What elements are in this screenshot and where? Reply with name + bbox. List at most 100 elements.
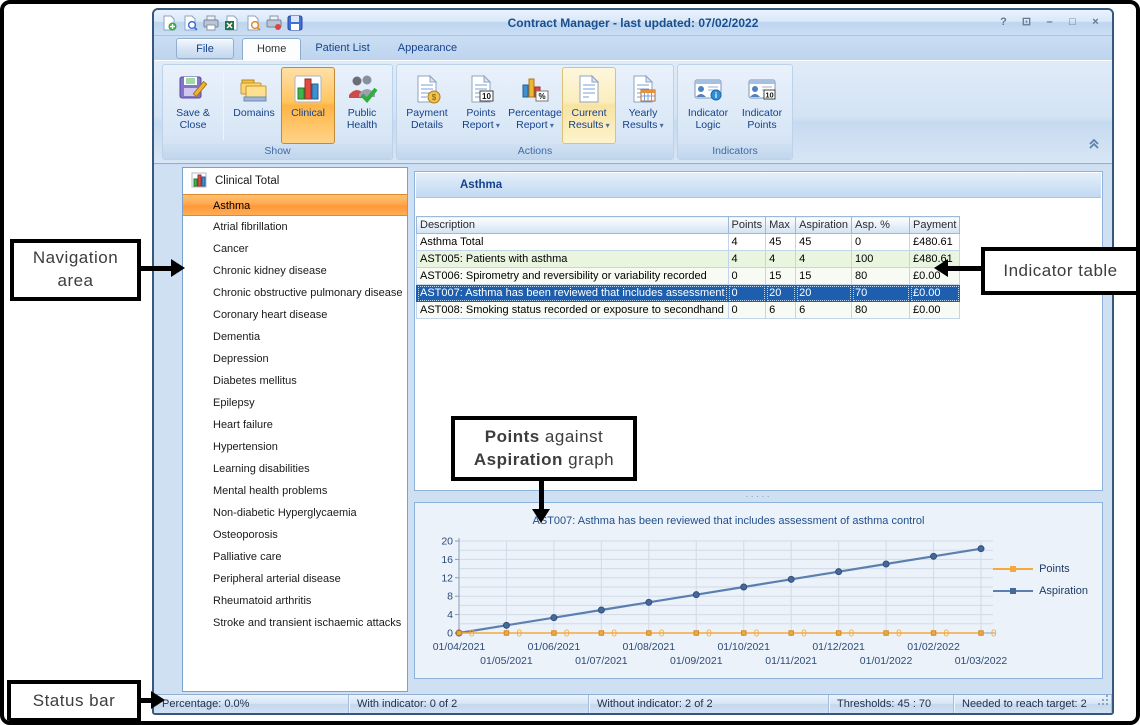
help-button[interactable]: ? bbox=[995, 15, 1012, 30]
ribbon-group-indicators: iIndicatorLogic10IndicatorPointsIndicato… bbox=[677, 64, 793, 160]
column-header-asp[interactable]: Asp. % bbox=[852, 217, 910, 234]
nav-item-heart-failure[interactable]: Heart failure bbox=[183, 414, 407, 436]
splitter-handle[interactable]: ····· bbox=[414, 493, 1103, 502]
bar-chart-icon bbox=[191, 172, 207, 191]
nav-item-chronic-obstructive-pulmonary-disease[interactable]: Chronic obstructive pulmonary disease bbox=[183, 282, 407, 304]
nav-item-learning-disabilities[interactable]: Learning disabilities bbox=[183, 458, 407, 480]
table-cell: 4 bbox=[766, 251, 796, 268]
svg-text:01/06/2021: 01/06/2021 bbox=[528, 641, 581, 653]
svg-text:0: 0 bbox=[896, 629, 902, 640]
nav-item-stroke-and-transient-ischaemic-attacks[interactable]: Stroke and transient ischaemic attacks bbox=[183, 612, 407, 634]
nav-item-cancer[interactable]: Cancer bbox=[183, 238, 407, 260]
maximize-button[interactable]: □ bbox=[1064, 15, 1081, 30]
column-header-aspiration[interactable]: Aspiration bbox=[796, 217, 852, 234]
current-results-button[interactable]: CurrentResults bbox=[562, 67, 616, 144]
nav-items: AsthmaAtrial fibrillationCancerChronic k… bbox=[183, 194, 407, 634]
clinical-button[interactable]: Clinical bbox=[281, 67, 335, 144]
legend-sample-icon bbox=[993, 587, 1033, 595]
fullscreen-button[interactable]: ⊡ bbox=[1018, 15, 1035, 30]
screenshot-frame: Contract Manager - last updated: 07/02/2… bbox=[0, 0, 1140, 725]
annotation-indicator-table: Indicator table bbox=[981, 247, 1140, 295]
title-bar[interactable]: Contract Manager - last updated: 07/02/2… bbox=[154, 10, 1112, 36]
table-row[interactable]: AST008: Smoking status recorded or expos… bbox=[417, 302, 960, 319]
ribbon-group-actions: $PaymentDetails10PointsReport%Percentage… bbox=[396, 64, 674, 160]
table-row[interactable]: AST006: Spirometry and reversibility or … bbox=[417, 268, 960, 285]
svg-text:0: 0 bbox=[706, 629, 712, 640]
points-report-button[interactable]: 10PointsReport bbox=[454, 67, 508, 144]
yearly-results-icon bbox=[626, 71, 660, 107]
close-button[interactable]: × bbox=[1087, 15, 1104, 30]
nav-item-asthma[interactable]: Asthma bbox=[183, 194, 407, 216]
table-cell: 0 bbox=[728, 268, 766, 285]
nav-item-epilepsy[interactable]: Epilepsy bbox=[183, 392, 407, 414]
status-bar: Percentage: 0.0%With indicator: 0 of 2Wi… bbox=[154, 694, 1112, 714]
column-header-payment[interactable]: Payment bbox=[910, 217, 960, 234]
ribbon-button-label: Save &Close bbox=[176, 107, 210, 131]
nav-item-non-diabetic-hyperglycaemia[interactable]: Non-diabetic Hyperglycaemia bbox=[183, 502, 407, 524]
svg-text:0: 0 bbox=[754, 629, 760, 640]
yearly-results-button[interactable]: YearlyResults bbox=[616, 67, 670, 144]
nav-item-hypertension[interactable]: Hypertension bbox=[183, 436, 407, 458]
window-title: Contract Manager - last updated: 07/02/2… bbox=[154, 10, 1112, 36]
svg-text:01/07/2021: 01/07/2021 bbox=[575, 655, 628, 667]
indicator-points-button[interactable]: 10IndicatorPoints bbox=[735, 67, 789, 144]
table-cell: 80 bbox=[852, 302, 910, 319]
table-row[interactable]: AST005: Patients with asthma444100£480.6… bbox=[417, 251, 960, 268]
column-header-description[interactable]: Description bbox=[417, 217, 729, 234]
table-cell: 45 bbox=[766, 234, 796, 251]
percentage-report-button[interactable]: %PercentageReport bbox=[508, 67, 562, 144]
table-cell: AST007: Asthma has been reviewed that in… bbox=[417, 285, 729, 302]
table-row[interactable]: Asthma Total445450£480.61 bbox=[417, 234, 960, 251]
table-cell: 15 bbox=[796, 268, 852, 285]
svg-text:01/10/2021: 01/10/2021 bbox=[717, 641, 770, 653]
table-row[interactable]: AST007: Asthma has been reviewed that in… bbox=[417, 285, 960, 302]
ribbon-groups: Save &CloseDomainsClinicalPublicHealthSh… bbox=[162, 64, 793, 160]
minimize-button[interactable]: – bbox=[1041, 15, 1058, 30]
public-health-button[interactable]: PublicHealth bbox=[335, 67, 389, 144]
collapse-ribbon-icon[interactable] bbox=[1088, 137, 1100, 155]
svg-text:01/11/2021: 01/11/2021 bbox=[765, 655, 817, 667]
svg-text:01/08/2021: 01/08/2021 bbox=[623, 641, 676, 653]
nav-item-palliative-care[interactable]: Palliative care bbox=[183, 546, 407, 568]
file-tab[interactable]: File bbox=[176, 38, 234, 59]
nav-item-coronary-heart-disease[interactable]: Coronary heart disease bbox=[183, 304, 407, 326]
nav-item-peripheral-arterial-disease[interactable]: Peripheral arterial disease bbox=[183, 568, 407, 590]
domains-icon bbox=[237, 71, 271, 107]
condition-banner: Asthma bbox=[416, 173, 1101, 198]
nav-item-depression[interactable]: Depression bbox=[183, 348, 407, 370]
table-header[interactable]: DescriptionPointsMaxAspirationAsp. %Paym… bbox=[417, 217, 960, 234]
annotation-arrowhead bbox=[171, 259, 185, 277]
nav-item-rheumatoid-arthritis[interactable]: Rheumatoid arthritis bbox=[183, 590, 407, 612]
nav-item-chronic-kidney-disease[interactable]: Chronic kidney disease bbox=[183, 260, 407, 282]
svg-text:10: 10 bbox=[765, 91, 773, 100]
svg-text:12: 12 bbox=[441, 572, 453, 584]
nav-item-osteoporosis[interactable]: Osteoporosis bbox=[183, 524, 407, 546]
column-header-max[interactable]: Max bbox=[766, 217, 796, 234]
nav-item-mental-health-problems[interactable]: Mental health problems bbox=[183, 480, 407, 502]
tab-patient-list[interactable]: Patient List bbox=[301, 38, 383, 60]
table-cell: 4 bbox=[728, 234, 766, 251]
tab-home[interactable]: Home bbox=[242, 38, 301, 60]
app-window: Contract Manager - last updated: 07/02/2… bbox=[152, 8, 1114, 715]
payment-details-icon: $ bbox=[410, 71, 444, 107]
table-cell: 20 bbox=[766, 285, 796, 302]
nav-item-dementia[interactable]: Dementia bbox=[183, 326, 407, 348]
indicator-table: DescriptionPointsMaxAspirationAsp. %Paym… bbox=[416, 216, 960, 319]
indicator-logic-button[interactable]: iIndicatorLogic bbox=[681, 67, 735, 144]
nav-item-atrial-fibrillation[interactable]: Atrial fibrillation bbox=[183, 216, 407, 238]
chart-legend: PointsAspiration bbox=[993, 563, 1088, 597]
domains-button[interactable]: Domains bbox=[227, 67, 281, 144]
ribbon-button-label: PointsReport bbox=[462, 107, 500, 132]
nav-item-diabetes-mellitus[interactable]: Diabetes mellitus bbox=[183, 370, 407, 392]
current-results-icon bbox=[572, 71, 606, 107]
annotation-text: Aspiration graph bbox=[474, 449, 614, 472]
resize-grip-icon[interactable] bbox=[1098, 694, 1110, 712]
column-header-points[interactable]: Points bbox=[728, 217, 766, 234]
annotation-arrowhead bbox=[151, 691, 165, 709]
payment-details-button[interactable]: $PaymentDetails bbox=[400, 67, 454, 144]
svg-text:0: 0 bbox=[611, 629, 617, 640]
annotation-text: Navigation bbox=[33, 247, 118, 270]
tab-appearance[interactable]: Appearance bbox=[384, 38, 471, 60]
save-close-button[interactable]: Save &Close bbox=[166, 67, 220, 144]
ribbon-group-show: Save &CloseDomainsClinicalPublicHealthSh… bbox=[162, 64, 393, 160]
